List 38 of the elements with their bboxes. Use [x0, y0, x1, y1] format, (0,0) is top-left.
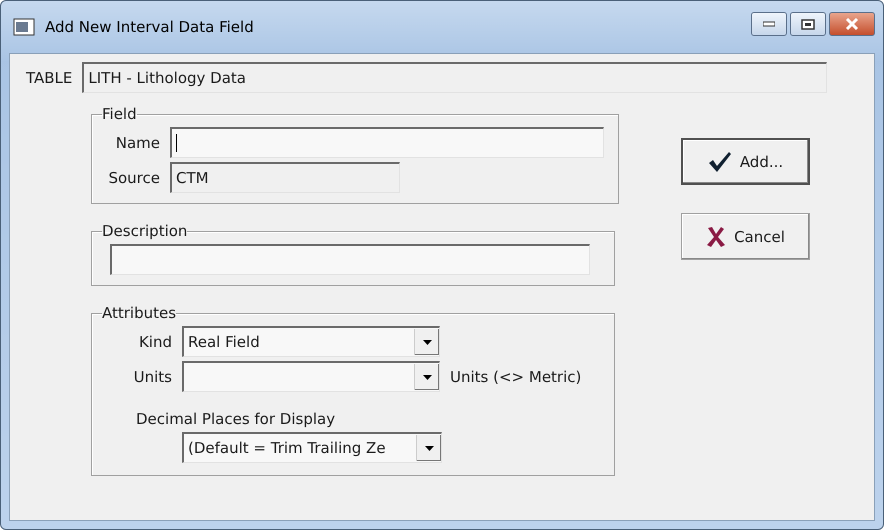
dropdown-button[interactable]: [414, 329, 439, 355]
group-title: Attributes: [102, 304, 176, 322]
maximize-icon: [801, 18, 815, 30]
minimize-icon: [763, 21, 775, 27]
dropdown-value: (Default = Trim Trailing Ze: [187, 439, 387, 457]
description-field[interactable]: [110, 244, 590, 275]
decimal-dropdown[interactable]: (Default = Trim Trailing Ze: [182, 432, 442, 463]
field-label: Units: [132, 368, 172, 386]
table-field[interactable]: LITH - Lithology Data: [82, 62, 828, 93]
field-label: Source: [107, 168, 160, 186]
caret-icon: [422, 374, 432, 380]
source-field[interactable]: CTM: [170, 162, 400, 193]
group-title: Field: [102, 105, 137, 123]
minimize-button[interactable]: [751, 12, 787, 36]
dropdown-button[interactable]: [416, 435, 441, 461]
kind-dropdown[interactable]: Real Field: [182, 326, 440, 357]
table-label: TABLE: [26, 68, 72, 86]
units-note: Units (<> Metric): [450, 368, 582, 386]
checkmark-icon: [708, 150, 732, 172]
dropdown-value: Real Field: [187, 333, 261, 351]
group-title: Description: [102, 222, 188, 240]
add-button[interactable]: Add...: [681, 138, 810, 185]
app-icon: [13, 18, 35, 36]
caret-icon: [424, 446, 434, 450]
cross-icon: [706, 226, 726, 248]
name-field[interactable]: [170, 127, 604, 158]
caret-icon: [422, 340, 432, 344]
cancel-button[interactable]: Cancel: [681, 213, 810, 260]
window-title: Add New Interval Data Field: [45, 18, 254, 36]
close-icon: [845, 18, 859, 30]
units-dropdown[interactable]: [182, 361, 440, 392]
dropdown-button[interactable]: [414, 364, 439, 390]
close-button[interactable]: [829, 12, 875, 36]
maximize-button[interactable]: [790, 12, 826, 36]
field-label: Kind: [138, 332, 172, 350]
field-label: Decimal Places for Display: [136, 410, 336, 428]
text-cursor: [176, 134, 177, 152]
field-label: Name: [114, 134, 160, 152]
